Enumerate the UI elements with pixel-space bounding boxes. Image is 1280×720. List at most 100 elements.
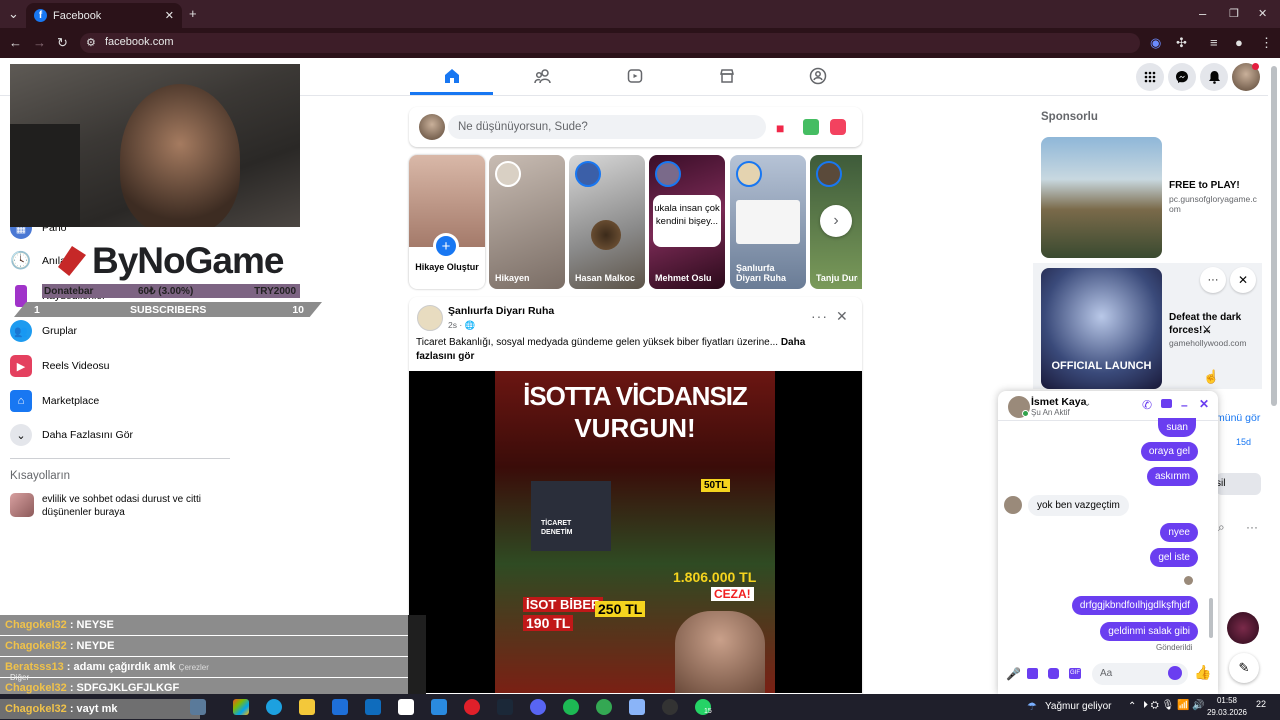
menu-icon[interactable]: ⋮ xyxy=(1260,35,1273,51)
story-create[interactable]: + Hikaye Oluştur xyxy=(409,155,485,289)
tray-icons[interactable]: ⏵ ⛭ 🎙 📶 🔊 xyxy=(1143,700,1205,711)
story-own[interactable]: Hikayen xyxy=(489,155,565,289)
video-icon[interactable] xyxy=(623,66,647,86)
taskbar-app-icon[interactable] xyxy=(431,699,447,715)
post-author-avatar[interactable] xyxy=(417,305,443,331)
taskbar-outlook-icon[interactable] xyxy=(365,699,381,715)
weather-text[interactable]: Yağmur geliyor xyxy=(1045,701,1112,712)
ad-image-2[interactable]: OFFICIAL LAUNCH xyxy=(1041,268,1162,389)
close-window-button[interactable]: ✕ xyxy=(1258,6,1267,22)
chat-options-chevron-icon[interactable]: ⌄ xyxy=(1083,398,1091,409)
forward-icon[interactable]: → xyxy=(33,35,46,51)
tab-list-icon[interactable]: ⌄ xyxy=(8,6,19,22)
taskbar-store-icon[interactable] xyxy=(398,699,414,715)
maximize-button[interactable]: ❐ xyxy=(1229,6,1239,22)
messenger-icon[interactable] xyxy=(1168,63,1196,91)
gallery-icon[interactable] xyxy=(1027,668,1038,679)
groups-icon[interactable] xyxy=(806,66,830,86)
marketplace-store-icon: ⌂ xyxy=(10,390,32,412)
user-avatar[interactable] xyxy=(419,114,445,140)
minimize-button[interactable]: – xyxy=(1199,6,1206,22)
chat-head-avatar[interactable] xyxy=(1227,612,1259,644)
profile-icon[interactable]: ● xyxy=(1235,35,1243,51)
tab-close-icon[interactable]: ✕ xyxy=(165,9,174,22)
taskbar-copilot-icon[interactable] xyxy=(233,699,249,715)
menu-grid-icon[interactable] xyxy=(1136,63,1164,91)
extension-icon[interactable]: ◉ xyxy=(1150,35,1161,51)
notifications-bell-icon[interactable] xyxy=(1200,63,1228,91)
taskbar-explorer-icon[interactable] xyxy=(299,699,315,715)
home-icon[interactable] xyxy=(440,66,464,86)
taskbar-app-icon[interactable] xyxy=(190,699,206,715)
composer-input[interactable]: Ne düşünüyorsun, Sude? xyxy=(448,115,766,139)
taskbar-obs-icon[interactable] xyxy=(662,699,678,715)
sidebar-see-more[interactable]: ⌄ Daha Fazlasını Gör xyxy=(10,424,133,446)
sidebar-item-marketplace[interactable]: ⌂ Marketplace xyxy=(10,390,99,412)
donate-label: Donatebar xyxy=(44,285,94,297)
marketplace-icon[interactable] xyxy=(715,66,739,86)
search-icon[interactable]: ⌕ xyxy=(1218,520,1225,535)
chat-scrollbar[interactable] xyxy=(1209,598,1213,638)
clock-date[interactable]: 29.03.2026 xyxy=(1202,708,1252,717)
sticker-icon[interactable] xyxy=(1048,668,1059,679)
extensions-puzzle-icon[interactable]: ✣ xyxy=(1176,35,1187,51)
poster-title-1: İSOTTA VİCDANSIZ xyxy=(523,381,748,411)
emoji-icon[interactable] xyxy=(1168,666,1182,680)
add-story-icon[interactable]: + xyxy=(433,233,459,259)
url-field[interactable] xyxy=(80,33,1140,53)
reel-icon[interactable] xyxy=(830,119,846,135)
taskbar-discord-icon[interactable] xyxy=(530,699,546,715)
story-sanliurfa[interactable]: Şanlıurfa Diyarı Ruha xyxy=(730,155,806,289)
photo-icon[interactable] xyxy=(803,119,819,135)
taskbar-word-icon[interactable] xyxy=(332,699,348,715)
video-call-icon[interactable] xyxy=(1161,399,1172,408)
partial-text-1[interactable]: münü gör xyxy=(1216,412,1260,424)
taskbar-opera-icon[interactable] xyxy=(464,699,480,715)
live-video-icon[interactable]: ■ xyxy=(776,120,784,136)
chat-name[interactable]: İsmet Kaya xyxy=(1031,396,1086,408)
minimize-chat-icon[interactable]: – xyxy=(1181,398,1188,412)
page-scrollbar[interactable] xyxy=(1271,66,1277,406)
microphone-icon[interactable]: 🎤 xyxy=(1006,667,1021,681)
taskbar-steam-icon[interactable] xyxy=(497,699,513,715)
close-chat-icon[interactable]: ✕ xyxy=(1199,397,1209,411)
story-hasan[interactable]: Hasan Malkoc xyxy=(569,155,645,289)
new-message-icon[interactable]: ✎ xyxy=(1229,653,1259,683)
like-icon[interactable]: 👍 xyxy=(1194,664,1211,681)
notification-center[interactable]: 22 xyxy=(1256,699,1266,709)
post-hide-icon[interactable]: ✕ xyxy=(836,308,848,325)
post-options-icon[interactable]: ··· xyxy=(811,308,828,324)
clock-time[interactable]: 01:58 xyxy=(1212,696,1242,705)
new-tab-button[interactable]: + xyxy=(189,6,197,22)
voice-call-icon[interactable]: ✆ xyxy=(1142,398,1152,412)
media-icon[interactable]: ≡ xyxy=(1210,35,1218,51)
contacts-options-icon[interactable]: ··· xyxy=(1246,520,1258,534)
tray-chevron-icon[interactable]: ⌃ xyxy=(1128,701,1136,712)
subs-start: 1 xyxy=(34,303,40,316)
sidebar-item-groups[interactable]: 👥 Gruplar xyxy=(10,320,77,342)
taskbar-chrome-icon[interactable] xyxy=(596,699,612,715)
sponsored-title: Sponsorlu xyxy=(1041,111,1098,123)
reload-icon[interactable]: ↻ xyxy=(57,35,68,51)
taskbar-edge-icon[interactable] xyxy=(266,699,282,715)
partial-button[interactable]: sil xyxy=(1216,473,1261,495)
ad-title-1[interactable]: FREE to PLAY! xyxy=(1169,180,1240,191)
back-icon[interactable]: ← xyxy=(9,35,22,51)
post-author[interactable]: Şanlıurfa Diyarı Ruha xyxy=(448,305,554,317)
stories-next-button[interactable]: › xyxy=(820,205,852,237)
chat-message-out: nyee xyxy=(1160,523,1198,542)
shortcut-item[interactable]: evlilik ve sohbet odasi durust ve citti … xyxy=(42,493,222,519)
ad-options-icon[interactable]: ··· xyxy=(1200,267,1226,293)
story-mehmet[interactable]: ukala insan çok kendini bişey... Mehmet … xyxy=(649,155,725,289)
post-image[interactable]: İSOTTA VİCDANSIZ VURGUN! TİCARET DENETİM… xyxy=(495,371,775,693)
ad-close-icon[interactable]: ✕ xyxy=(1230,267,1256,293)
friends-icon[interactable] xyxy=(531,66,555,86)
ad-title-2[interactable]: Defeat the dark forces!⚔ xyxy=(1169,311,1259,337)
taskbar-spotify-icon[interactable] xyxy=(563,699,579,715)
ad-image-1[interactable] xyxy=(1041,137,1162,258)
site-info-icon[interactable]: ⚙ xyxy=(86,35,96,51)
taskbar-app-icon[interactable] xyxy=(629,699,645,715)
sidebar-item-reels[interactable]: ▶ Reels Videosu xyxy=(10,355,110,377)
tab-facebook[interactable]: f Facebook ✕ xyxy=(26,3,182,28)
gif-icon[interactable]: GIF xyxy=(1069,668,1081,679)
